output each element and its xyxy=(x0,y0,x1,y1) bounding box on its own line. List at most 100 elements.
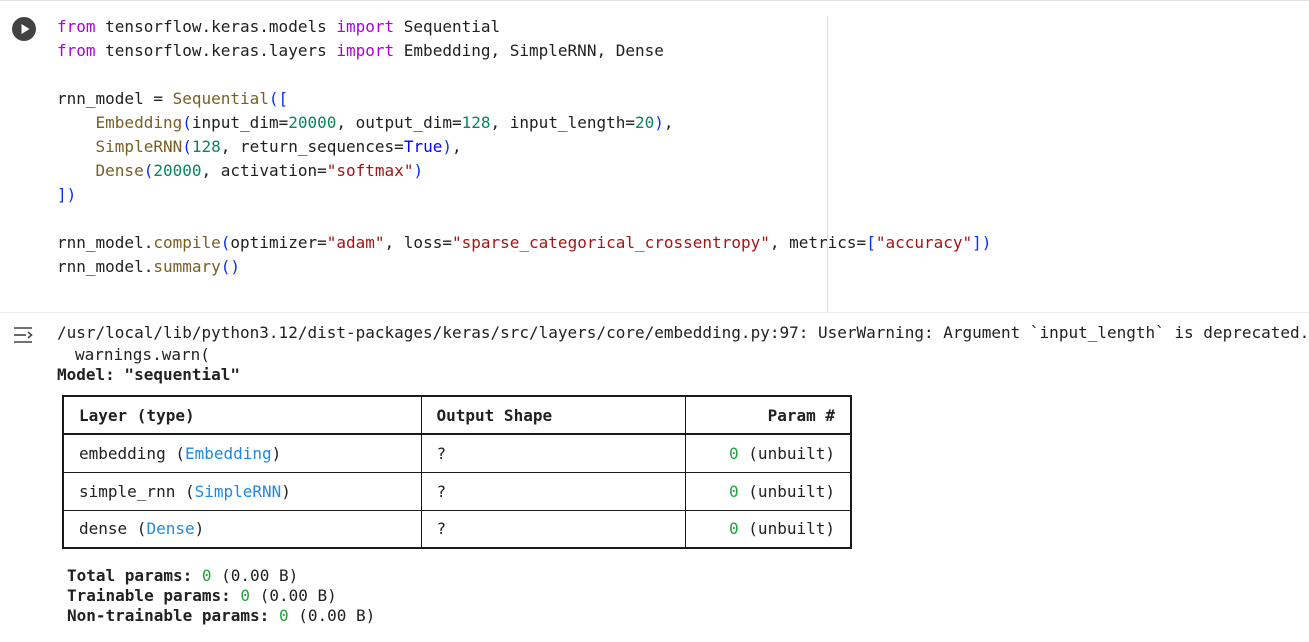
code-token: 20 xyxy=(635,113,655,132)
code-token: ) xyxy=(654,113,664,132)
code-token: , input_length= xyxy=(490,113,636,132)
trainable-params-line: Trainable params: 0 (0.00 B) xyxy=(67,586,375,606)
code-token: Sequential xyxy=(394,17,501,36)
code-token: , activation= xyxy=(201,161,327,180)
code-token: , return_sequences= xyxy=(220,137,404,156)
code-token: Dense xyxy=(95,161,144,180)
output-shape-cell: ? xyxy=(421,510,686,548)
output-actions-button[interactable] xyxy=(12,324,36,346)
trainable-params-label: Trainable params: xyxy=(67,586,231,605)
code-line[interactable] xyxy=(57,63,827,87)
code-token: import xyxy=(336,41,395,60)
code-token: tensorflow.keras.layers xyxy=(95,41,337,60)
code-line[interactable]: rnn_model = Sequential([ xyxy=(57,87,827,111)
output-actions-icon xyxy=(14,327,33,343)
param-count: 0 xyxy=(729,481,739,501)
code-token: ]) xyxy=(57,185,77,204)
non-trainable-params-value: 0 xyxy=(278,606,289,625)
table-row: simple_rnn (SimpleRNN) ? 0 (unbuilt) xyxy=(63,472,851,511)
code-token: ( xyxy=(220,233,231,252)
layer-cell: embedding (Embedding) xyxy=(63,434,422,473)
param-status: (unbuilt) xyxy=(748,519,835,539)
total-params-line: Total params: 0 (0.00 B) xyxy=(67,566,375,586)
code-token: 20000 xyxy=(153,161,202,180)
total-params-size: (0.00 B) xyxy=(221,566,299,585)
code-token: ([ xyxy=(268,89,289,108)
code-token: input_dim= xyxy=(191,113,289,132)
code-token: "adam" xyxy=(326,233,385,252)
run-cell-button[interactable] xyxy=(12,17,36,41)
code-token: rnn_model. xyxy=(57,257,154,276)
code-token: rnn_model = xyxy=(57,89,173,108)
code-token: 20000 xyxy=(288,113,337,132)
code-line[interactable]: from tensorflow.keras.models import Sequ… xyxy=(57,15,827,39)
code-token: , loss= xyxy=(384,233,452,252)
code-line[interactable]: SimpleRNN(128, return_sequences=True), xyxy=(57,135,827,159)
code-line[interactable]: Dense(20000, activation="softmax") xyxy=(57,159,827,183)
param-cell: 0 (unbuilt) xyxy=(685,472,851,511)
code-token: tensorflow.keras.models xyxy=(95,17,337,36)
code-token: , xyxy=(663,113,674,132)
layer-cell: simple_rnn (SimpleRNN) xyxy=(63,472,422,511)
trainable-params-value: 0 xyxy=(240,586,251,605)
table-row: embedding (Embedding) ? 0 (unbuilt) xyxy=(63,434,851,473)
code-token: SimpleRNN xyxy=(95,137,183,156)
param-status: (unbuilt) xyxy=(748,481,835,501)
code-line[interactable] xyxy=(57,207,827,231)
code-editor[interactable]: from tensorflow.keras.models import Sequ… xyxy=(57,15,991,279)
code-token: , xyxy=(451,137,462,156)
header-param-count: Param # xyxy=(685,396,851,435)
code-token: summary xyxy=(153,257,221,276)
layer-name: embedding xyxy=(79,443,166,463)
code-token: from xyxy=(57,41,96,60)
layer-name: simple_rnn xyxy=(79,481,176,501)
code-line[interactable]: from tensorflow.keras.layers import Embe… xyxy=(57,39,827,63)
code-line[interactable]: rnn_model.summary() xyxy=(57,255,827,279)
code-token: , output_dim= xyxy=(336,113,462,132)
code-token: Embedding xyxy=(95,113,183,132)
layer-cell: dense (Dense) xyxy=(63,510,422,548)
code-token: () xyxy=(220,257,241,276)
total-params-value: 0 xyxy=(201,566,212,585)
code-token: from xyxy=(57,17,96,36)
code-line[interactable]: rnn_model.compile(optimizer="adam", loss… xyxy=(57,231,991,255)
code-token: True xyxy=(403,137,443,156)
model-title: Model: "sequential" xyxy=(57,365,241,384)
total-params-label: Total params: xyxy=(67,566,193,585)
code-cell[interactable]: from tensorflow.keras.models import Sequ… xyxy=(0,0,1309,312)
code-token: [ xyxy=(866,233,876,252)
warning-message: /usr/local/lib/python3.12/dist-packages/… xyxy=(57,323,1309,342)
code-line[interactable]: ]) xyxy=(57,183,827,207)
play-icon xyxy=(21,24,30,34)
code-token: optimizer= xyxy=(230,233,327,252)
warning-call: warnings.warn( xyxy=(75,345,210,364)
code-token: "sparse_categorical_crossentropy" xyxy=(451,233,770,252)
param-count: 0 xyxy=(729,443,739,463)
cell-output: /usr/local/lib/python3.12/dist-packages/… xyxy=(57,322,1309,625)
non-trainable-params-line: Non-trainable params: 0 (0.00 B) xyxy=(67,606,375,626)
code-token: , metrics= xyxy=(769,233,867,252)
param-cell: 0 (unbuilt) xyxy=(685,434,851,473)
code-token: compile xyxy=(153,233,221,252)
trainable-params-size: (0.00 B) xyxy=(259,586,337,605)
layer-type: Embedding xyxy=(184,443,272,463)
code-token: ]) xyxy=(972,233,992,252)
header-layer-type: Layer (type) xyxy=(63,396,422,435)
non-trainable-params-size: (0.00 B) xyxy=(298,606,376,625)
code-token: 128 xyxy=(461,113,491,132)
code-token: import xyxy=(336,17,395,36)
code-token: 128 xyxy=(191,137,221,156)
code-token: rnn_model. xyxy=(57,233,154,252)
code-token: "accuracy" xyxy=(875,233,973,252)
code-line[interactable]: Embedding(input_dim=20000, output_dim=12… xyxy=(57,111,827,135)
code-token: ( xyxy=(182,137,192,156)
code-token: ( xyxy=(182,113,192,132)
code-token: ) xyxy=(442,137,452,156)
code-token: Sequential xyxy=(172,89,269,108)
layer-type: Dense xyxy=(146,519,195,539)
param-count: 0 xyxy=(729,519,739,539)
param-status: (unbuilt) xyxy=(748,443,835,463)
